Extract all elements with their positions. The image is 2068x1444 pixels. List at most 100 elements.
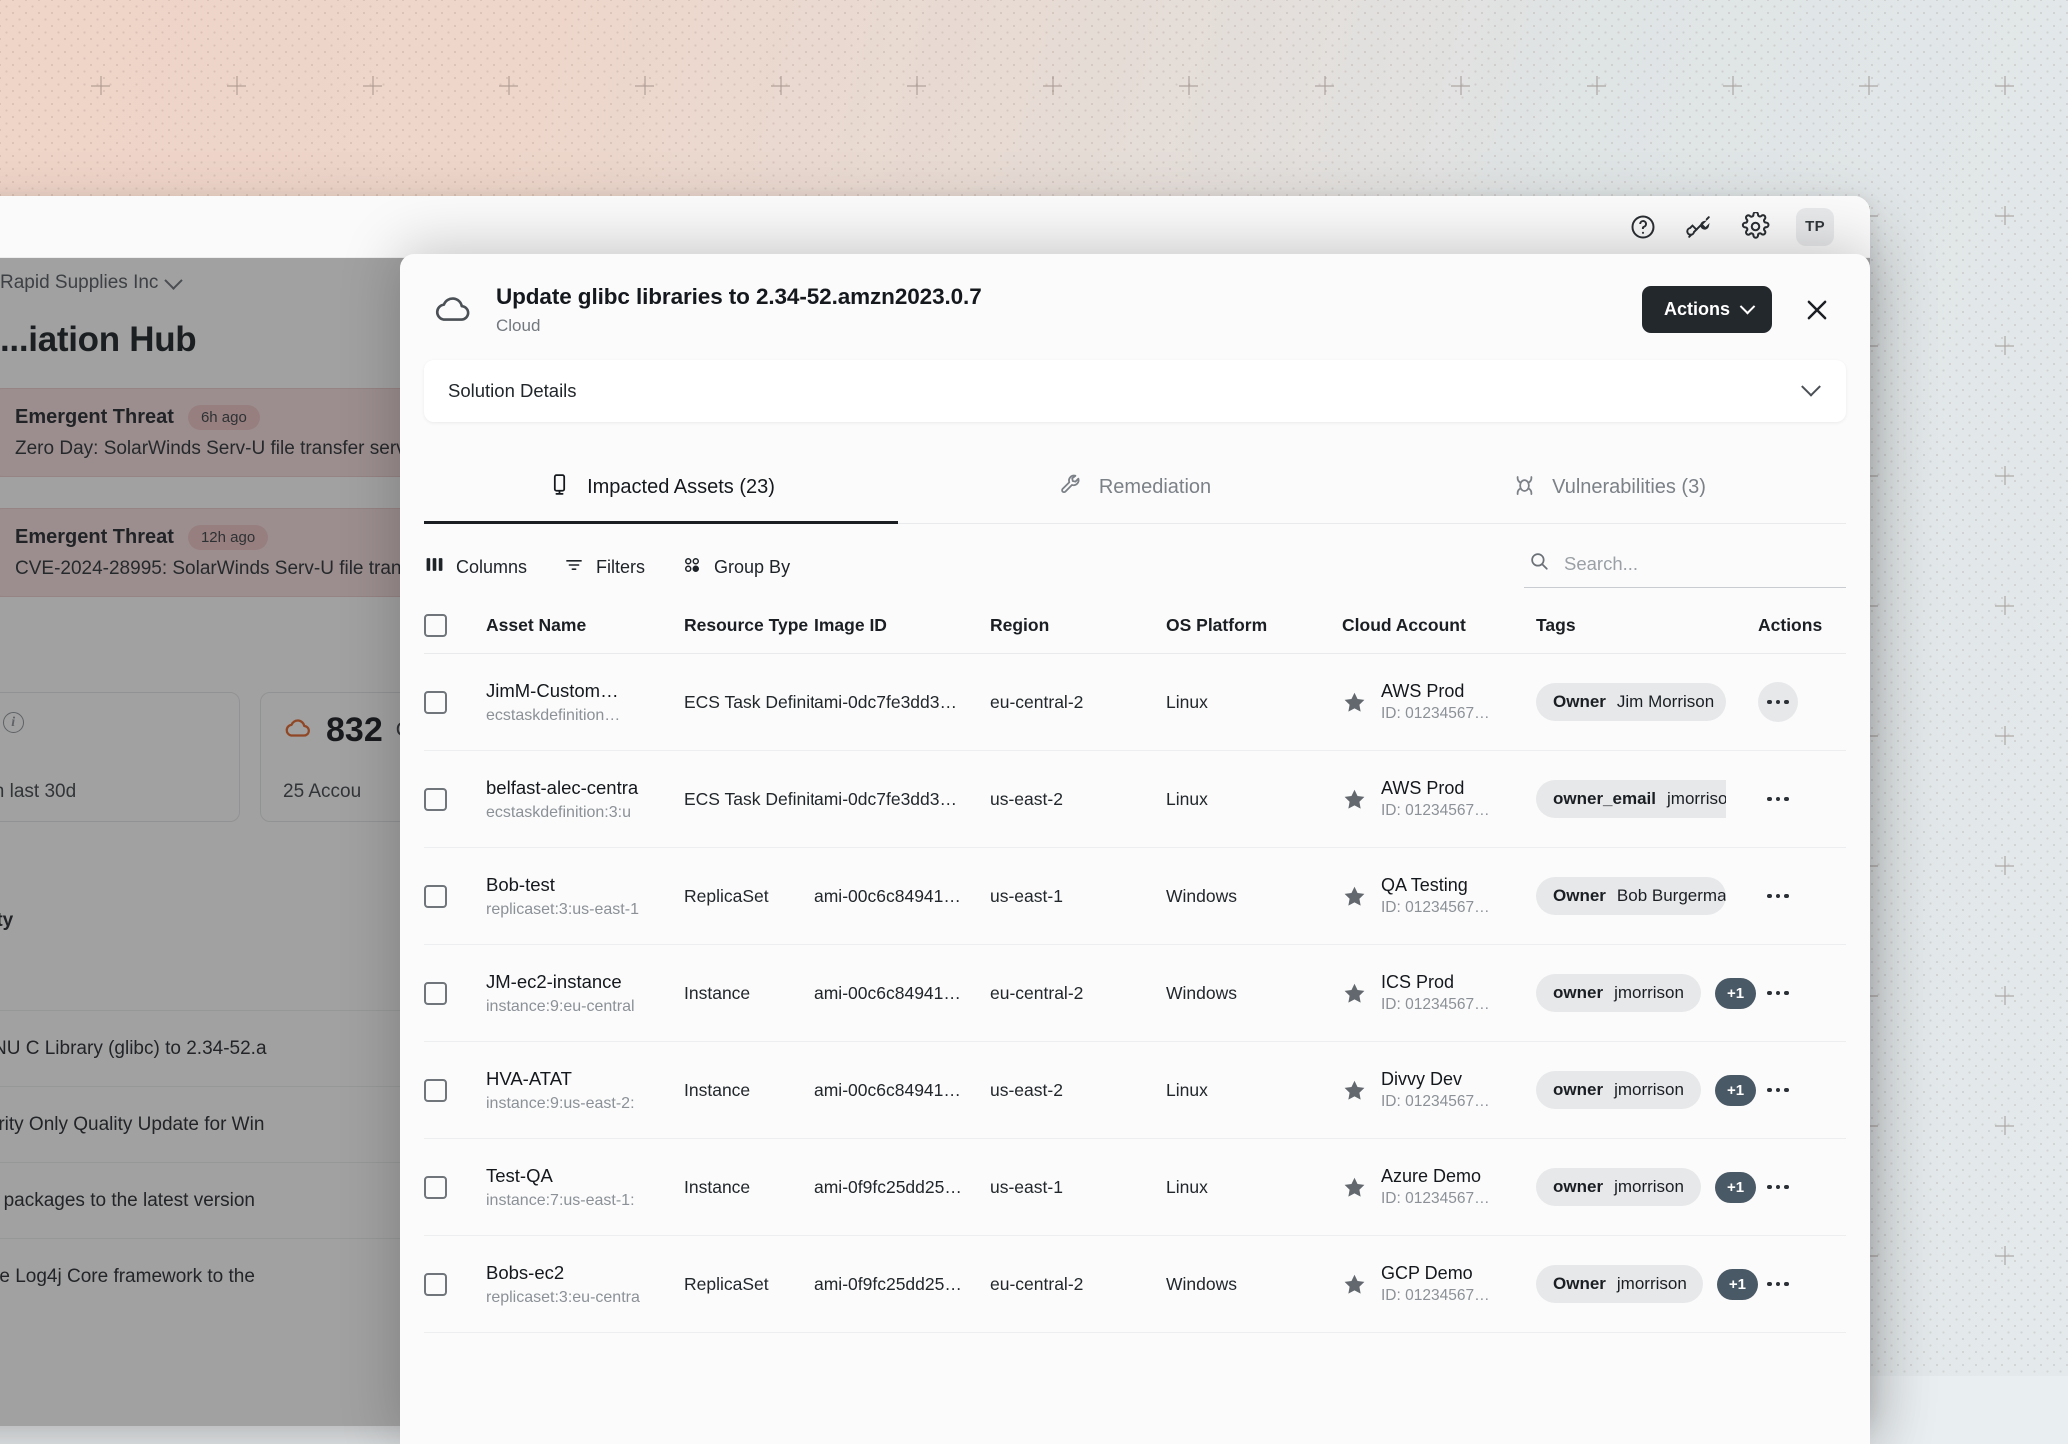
tag-overflow-badge[interactable]: +1 — [1715, 1075, 1756, 1106]
column-header-cloud-account[interactable]: Cloud Account — [1342, 615, 1536, 636]
tab-impacted-assets[interactable]: Impacted Assets (23) — [424, 456, 898, 523]
group-by-button[interactable]: Group By — [681, 555, 790, 580]
row-select-cell — [424, 1176, 486, 1199]
row-select-cell — [424, 788, 486, 811]
cell-asset-name: JimM-Custom…ecstaskdefinition… — [486, 680, 684, 725]
search-box[interactable] — [1524, 546, 1846, 588]
row-checkbox[interactable] — [424, 1079, 447, 1102]
tag-pill[interactable]: OwnerBob Burgerman — [1536, 877, 1726, 915]
cell-resource-type: ReplicaSet — [684, 1274, 814, 1295]
tag-overflow-badge[interactable]: +1 — [1717, 1269, 1758, 1300]
tag-key: Owner — [1553, 1274, 1606, 1294]
solution-details-accordion[interactable]: Solution Details — [424, 360, 1846, 422]
grid-plus-icon — [1043, 76, 1062, 95]
search-icon — [1528, 550, 1550, 577]
table-row[interactable]: JM-ec2-instanceinstance:9:eu-centralInst… — [424, 945, 1846, 1042]
star-icon — [1342, 981, 1367, 1006]
tag-pill[interactable]: ownerjmorrison — [1536, 974, 1701, 1012]
table-row[interactable]: Bobs-ec2replicaset:3:eu-centraReplicaSet… — [424, 1236, 1846, 1333]
row-checkbox[interactable] — [424, 1176, 447, 1199]
select-all-checkbox[interactable] — [424, 614, 447, 637]
grid-plus-icon — [91, 76, 110, 95]
column-header-tags[interactable]: Tags — [1536, 615, 1758, 636]
column-header-image-id[interactable]: Image ID — [814, 615, 990, 636]
grid-plus-icon — [635, 76, 654, 95]
tab-remediation[interactable]: Remediation — [898, 456, 1372, 523]
table-row[interactable]: Test-QAinstance:7:us-east-1:Instanceami-… — [424, 1139, 1846, 1236]
cloud-icon — [432, 288, 474, 330]
account-name: Azure Demo — [1381, 1166, 1481, 1186]
cell-resource-type: ECS Task Definition — [684, 789, 814, 810]
integrations-plug-icon[interactable] — [1684, 212, 1714, 242]
grid-plus-icon — [1315, 76, 1334, 95]
row-checkbox[interactable] — [424, 788, 447, 811]
asset-identifier: ecstaskdefinition:3:u — [486, 804, 684, 822]
tag-pill[interactable]: ownerjmorrison — [1536, 1071, 1701, 1109]
tag-value: Jim Morrison — [1617, 692, 1714, 712]
cell-actions — [1758, 876, 1846, 916]
cell-tags: owner_emailjmorrison — [1536, 780, 1758, 818]
columns-label: Columns — [456, 557, 527, 578]
row-more-actions-icon[interactable] — [1758, 876, 1798, 916]
cell-cloud-account: Azure DemoID: 01234567… — [1342, 1166, 1536, 1208]
grid-plus-icon — [499, 76, 518, 95]
cell-region: us-east-1 — [990, 886, 1166, 907]
row-checkbox[interactable] — [424, 982, 447, 1005]
cell-resource-type: ECS Task Definition — [684, 692, 814, 713]
star-icon — [1342, 787, 1367, 812]
column-header-actions: Actions — [1758, 615, 1846, 636]
star-icon — [1342, 1175, 1367, 1200]
asset-name: Bob-test — [486, 874, 684, 896]
actions-button[interactable]: Actions — [1642, 286, 1772, 333]
tag-pill[interactable]: ownerjmorrison — [1536, 1168, 1701, 1206]
row-checkbox[interactable] — [424, 885, 447, 908]
cell-tags: OwnerJim Morrison — [1536, 683, 1758, 721]
grid-plus-icon — [1587, 76, 1606, 95]
filters-button[interactable]: Filters — [563, 555, 645, 580]
cell-resource-type: Instance — [684, 1177, 814, 1198]
row-select-cell — [424, 1273, 486, 1296]
row-more-actions-icon[interactable] — [1758, 682, 1798, 722]
tag-pill[interactable]: OwnerJim Morrison — [1536, 683, 1726, 721]
row-checkbox[interactable] — [424, 691, 447, 714]
column-header-os-platform[interactable]: OS Platform — [1166, 615, 1342, 636]
row-select-cell — [424, 691, 486, 714]
column-header-region[interactable]: Region — [990, 615, 1166, 636]
tab-vulnerabilities[interactable]: Vulnerabilities (3) — [1372, 456, 1846, 523]
table-row[interactable]: belfast-alec-centraecstaskdefinition:3:u… — [424, 751, 1846, 848]
table-row[interactable]: JimM-Custom…ecstaskdefinition…ECS Task D… — [424, 654, 1846, 751]
row-select-cell — [424, 982, 486, 1005]
cell-region: us-east-2 — [990, 1080, 1166, 1101]
gear-icon[interactable] — [1740, 212, 1770, 242]
close-icon[interactable] — [1802, 295, 1832, 325]
row-more-actions-icon[interactable] — [1758, 779, 1798, 819]
grid-plus-icon — [907, 76, 926, 95]
tag-overflow-badge[interactable]: +1 — [1715, 978, 1756, 1009]
columns-button[interactable]: Columns — [424, 555, 527, 579]
tag-value: jmorrison — [1617, 1274, 1687, 1294]
help-circle-icon[interactable] — [1628, 212, 1658, 242]
tag-pill[interactable]: Owner jmorrison — [1536, 1265, 1703, 1303]
row-more-actions-icon[interactable] — [1758, 973, 1798, 1013]
search-input[interactable] — [1564, 553, 1844, 575]
asset-identifier: instance:7:us-east-1: — [486, 1192, 684, 1210]
row-more-actions-icon[interactable] — [1758, 1070, 1798, 1110]
grid-plus-icon — [1995, 986, 2014, 1005]
table-row[interactable]: HVA-ATATinstance:9:us-east-2:Instanceami… — [424, 1042, 1846, 1139]
grid-plus-icon — [1995, 1246, 2014, 1265]
tag-overflow-badge[interactable]: +1 — [1715, 1172, 1756, 1203]
row-more-actions-icon[interactable] — [1758, 1264, 1798, 1304]
row-checkbox[interactable] — [424, 1273, 447, 1296]
grid-plus-icon — [1995, 1116, 2014, 1135]
tag-key: Owner — [1553, 886, 1606, 906]
grid-plus-icon — [1451, 76, 1470, 95]
column-header-resource-type[interactable]: Resource Type — [684, 615, 814, 636]
table-row[interactable]: Bob-testreplicaset:3:us-east-1ReplicaSet… — [424, 848, 1846, 945]
modal-title: Update glibc libraries to 2.34-52.amzn20… — [496, 284, 982, 310]
row-more-actions-icon[interactable] — [1758, 1167, 1798, 1207]
account-name: AWS Prod — [1381, 778, 1464, 798]
column-header-asset-name[interactable]: Asset Name — [486, 615, 684, 636]
cell-cloud-account: AWS ProdID: 01234567… — [1342, 778, 1536, 820]
avatar[interactable]: TP — [1796, 208, 1834, 246]
tag-pill[interactable]: owner_emailjmorrison — [1536, 780, 1726, 818]
